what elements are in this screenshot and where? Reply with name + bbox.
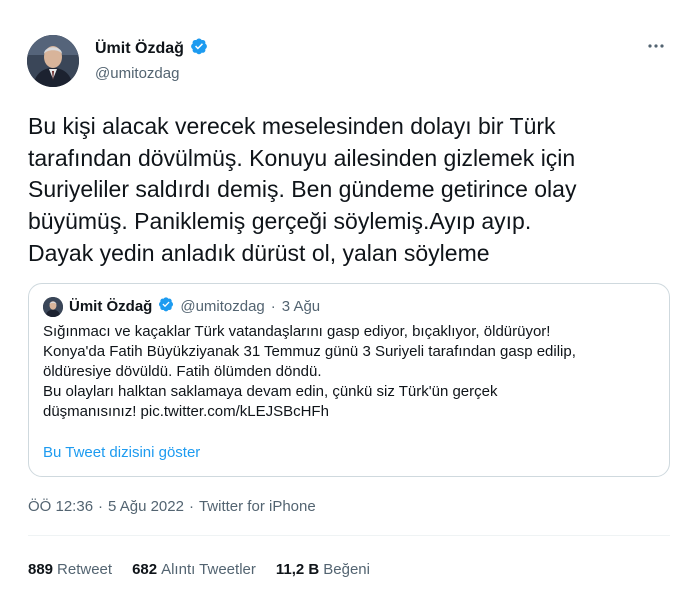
quoted-author-handle: @umitozdag (180, 298, 265, 315)
show-thread-link[interactable]: Bu Tweet dizisini göster (43, 444, 200, 461)
tweet-source[interactable]: Twitter for iPhone (199, 498, 316, 515)
quoted-tweet[interactable]: Ümit Özdağ @umitozdag · 3 Ağu Sığınmacı … (28, 283, 670, 477)
tweet-meta: ÖÖ 12:36 · 5 Ağu 2022 · Twitter for iPho… (28, 498, 316, 515)
author-handle[interactable]: @umitozdag (95, 65, 208, 82)
tweet-date[interactable]: 5 Ağu 2022 (108, 498, 184, 515)
quote-tweets-count: 682 (132, 561, 158, 578)
quote-tweets-label: Alıntı Tweetler (161, 561, 256, 578)
likes-count: 11,2 B (275, 561, 320, 578)
quote-tweets-stat[interactable]: 682 Alıntı Tweetler (132, 561, 256, 578)
quoted-tweet-header: Ümit Özdağ @umitozdag · 3 Ağu (43, 296, 320, 317)
quoted-date: 3 Ağu (281, 298, 321, 315)
avatar-portrait-icon (27, 35, 79, 87)
more-options-icon[interactable] (646, 36, 666, 60)
likes-label: Beğeni (323, 561, 370, 578)
author-name[interactable]: Ümit Özdağ (95, 40, 184, 58)
retweets-count: 889 (28, 561, 54, 578)
likes-stat[interactable]: 11,2 B Beğeni (276, 561, 370, 578)
verified-badge-icon (158, 296, 174, 317)
author-block: Ümit Özdağ @umitozdag (95, 37, 208, 82)
quoted-author-name: Ümit Özdağ (69, 298, 153, 315)
quoted-author-avatar (43, 296, 63, 317)
separator-dot: · (98, 498, 104, 515)
verified-badge-icon (190, 37, 208, 60)
tweet-text: Bu kişi alacak verecek meselesinden dola… (28, 113, 577, 266)
retweets-stat[interactable]: 889 Retweet (28, 561, 112, 578)
separator-dot: · (270, 298, 276, 315)
author-name-row: Ümit Özdağ (95, 37, 208, 60)
tweet-stats: 889 Retweet 682 Alıntı Tweetler 11,2 B B… (28, 561, 370, 578)
divider (28, 535, 670, 536)
tweet-container: Ümit Özdağ @umitozdag Bu kişi alacak ver… (0, 0, 700, 593)
author-avatar[interactable] (27, 35, 79, 87)
retweets-label: Retweet (57, 561, 113, 578)
separator-dot: · (188, 498, 194, 515)
tweet-time[interactable]: ÖÖ 12:36 (28, 498, 93, 515)
quoted-tweet-text: Sığınmacı ve kaçaklar Türk vatandaşların… (43, 323, 576, 420)
